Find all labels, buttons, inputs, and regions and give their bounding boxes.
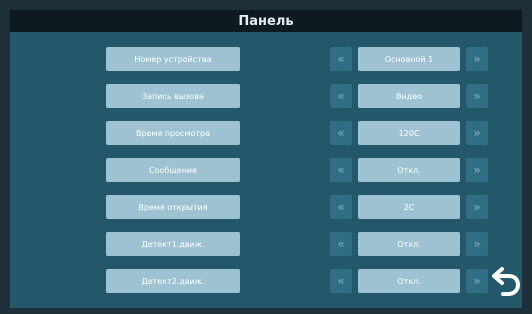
setting-label-call-recording[interactable]: Запись вызова [106,84,240,108]
double-chevron-right-icon: » [473,237,481,251]
double-chevron-left-icon: « [337,126,345,140]
setting-value-text: Откл. [397,276,421,286]
double-chevron-right-icon: » [473,163,481,177]
setting-label-text: Время открытия [138,202,208,212]
setting-label-device-number[interactable]: Номер устройства [106,47,240,71]
double-chevron-right-icon: » [473,274,481,288]
double-chevron-left-icon: « [337,237,345,251]
next-open-time-button[interactable]: » [466,195,488,219]
call-recording-value: Видео [358,84,460,108]
prev-message-button[interactable]: « [330,158,352,182]
double-chevron-right-icon: » [473,200,481,214]
setting-label-text: Детект1.движ. [141,239,205,249]
prev-call-recording-button[interactable]: « [330,84,352,108]
setting-value-text: Откл. [397,165,421,175]
setting-label-view-time[interactable]: Время просмотра [106,121,240,145]
motion-detect-2-value: Откл. [358,269,460,293]
double-chevron-right-icon: » [473,89,481,103]
setting-value-text: Откл. [397,239,421,249]
prev-device-number-button[interactable]: « [330,47,352,71]
next-call-recording-button[interactable]: » [466,84,488,108]
setting-value-text: 120С [398,128,420,138]
double-chevron-left-icon: « [337,200,345,214]
setting-label-text: Время просмотра [135,128,211,138]
title-bar: Панель [10,10,522,32]
settings-panel: Номер устройства « Основной 1 » Запись в… [10,32,522,308]
double-chevron-left-icon: « [337,52,345,66]
setting-label-text: Детект2.движ. [141,276,205,286]
back-arrow-icon [492,267,521,296]
double-chevron-right-icon: » [473,126,481,140]
prev-open-time-button[interactable]: « [330,195,352,219]
setting-value-text: Основной 1 [384,54,434,64]
setting-label-motion-detect-1[interactable]: Детект1.движ. [106,232,240,256]
next-device-number-button[interactable]: » [466,47,488,71]
screen: Панель Номер устройства « Основной 1 » З… [0,0,532,314]
message-value: Откл. [358,158,460,182]
next-view-time-button[interactable]: » [466,121,488,145]
double-chevron-left-icon: « [337,89,345,103]
setting-label-text: Номер устройства [134,54,212,64]
setting-value-text: 2С [403,202,415,212]
next-motion-detect-2-button[interactable]: » [466,269,488,293]
next-motion-detect-1-button[interactable]: » [466,232,488,256]
window-title: Панель [238,13,294,29]
double-chevron-right-icon: » [473,52,481,66]
next-message-button[interactable]: » [466,158,488,182]
double-chevron-left-icon: « [337,274,345,288]
prev-motion-detect-2-button[interactable]: « [330,269,352,293]
setting-label-text: Сообщение [148,165,198,175]
setting-label-text: Запись вызова [142,91,204,101]
view-time-value: 120С [358,121,460,145]
setting-label-motion-detect-2[interactable]: Детект2.движ. [106,269,240,293]
setting-value-text: Видео [395,91,423,101]
prev-view-time-button[interactable]: « [330,121,352,145]
back-button[interactable] [490,264,524,298]
prev-motion-detect-1-button[interactable]: « [330,232,352,256]
motion-detect-1-value: Откл. [358,232,460,256]
open-time-value: 2С [358,195,460,219]
setting-label-open-time[interactable]: Время открытия [106,195,240,219]
device-number-value: Основной 1 [358,47,460,71]
double-chevron-left-icon: « [337,163,345,177]
setting-label-message[interactable]: Сообщение [106,158,240,182]
